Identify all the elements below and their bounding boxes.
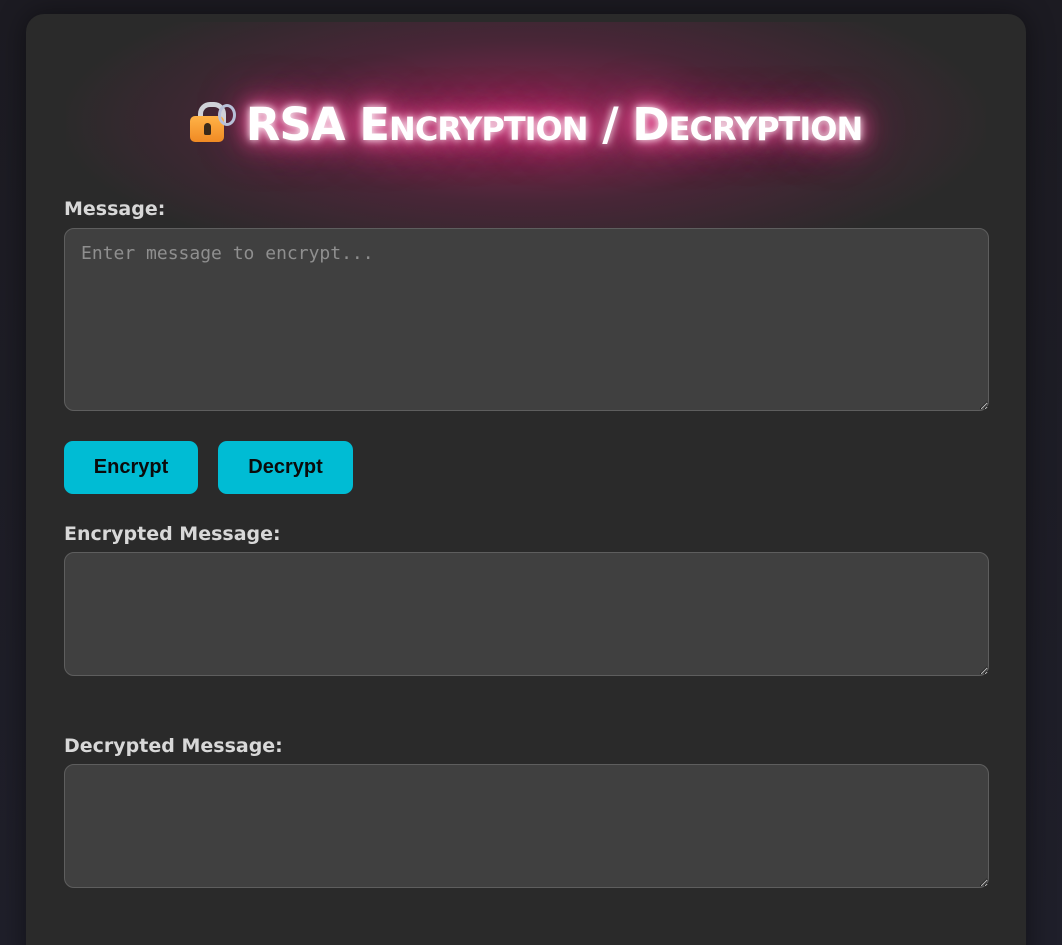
main-card: RSA Encryption / Decryption Message: Enc…	[26, 14, 1026, 945]
decrypted-message-label: Decrypted Message:	[64, 735, 283, 757]
message-label: Message:	[64, 198, 166, 220]
encrypted-message-output[interactable]	[64, 552, 989, 676]
lock-with-key-icon	[189, 100, 236, 144]
page-background: RSA Encryption / Decryption Message: Enc…	[0, 0, 1062, 945]
encrypted-message-label: Encrypted Message:	[64, 523, 281, 545]
decrypted-message-output[interactable]	[64, 764, 989, 888]
page-title: RSA Encryption / Decryption	[26, 98, 1026, 151]
decrypt-button[interactable]: Decrypt	[218, 441, 353, 494]
message-input[interactable]	[64, 228, 989, 411]
encrypt-button[interactable]: Encrypt	[64, 441, 198, 494]
page-title-text: RSA Encryption / Decryption	[245, 98, 863, 151]
